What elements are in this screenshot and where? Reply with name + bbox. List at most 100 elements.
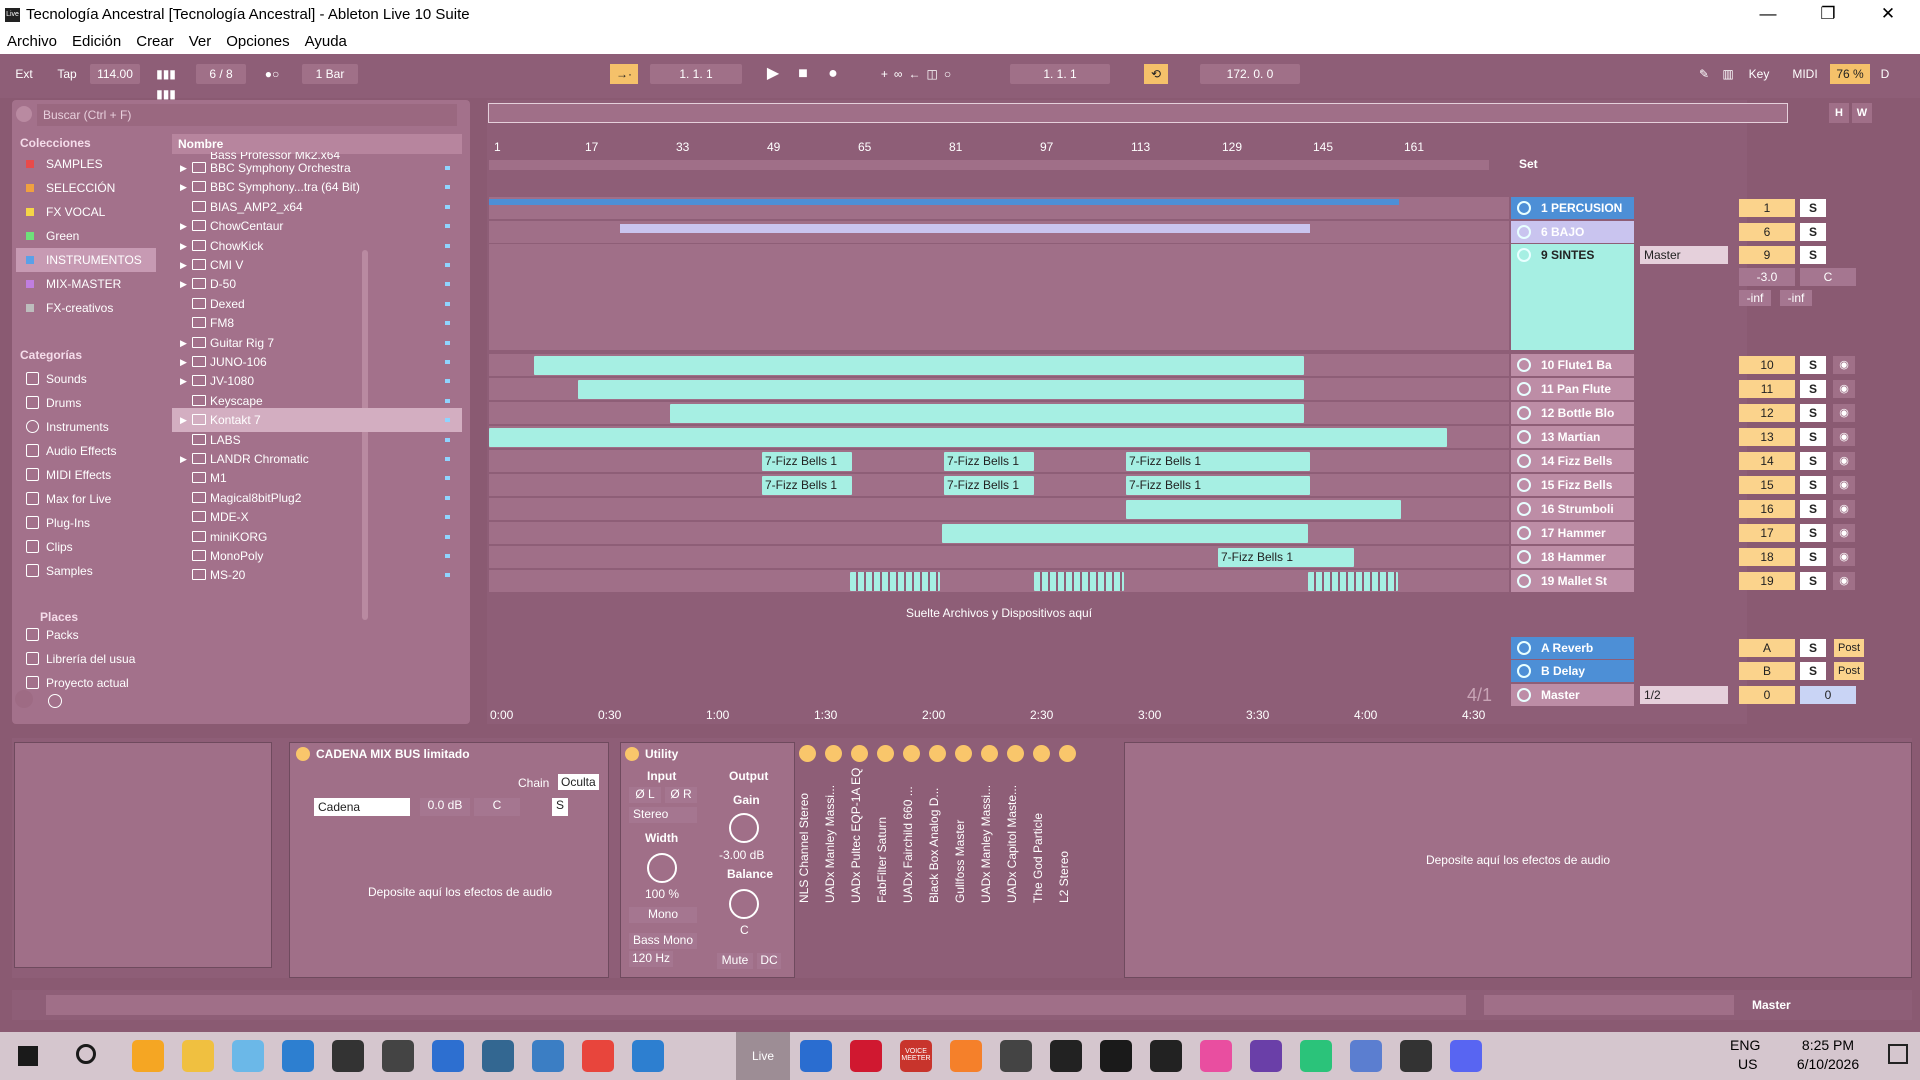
plugin-slot[interactable]: UADx Fairchild 660 ... [900, 745, 924, 975]
track-fold-icon[interactable] [1517, 201, 1531, 215]
solo-button[interactable]: S [1800, 223, 1826, 241]
tap-tempo-button[interactable]: Tap [52, 64, 82, 84]
track-number[interactable]: 17 [1739, 524, 1795, 542]
app2-icon[interactable] [1150, 1040, 1182, 1072]
postgres-icon[interactable] [482, 1040, 514, 1072]
balance-knob[interactable] [729, 889, 759, 919]
category-sounds[interactable]: Sounds [16, 367, 156, 391]
track-fold-icon[interactable] [1517, 248, 1531, 262]
visualstudio-icon[interactable] [1250, 1040, 1282, 1072]
loop-brace[interactable] [489, 160, 1489, 170]
preview-play-icon[interactable] [48, 694, 62, 708]
plugin-slot[interactable]: UADx Pultec EQP-1A EQ [848, 745, 872, 975]
effects-drop-zone[interactable]: Deposite aquí los efectos de audio [1125, 853, 1911, 867]
track-number[interactable]: 16 [1739, 500, 1795, 518]
return-letter[interactable]: B [1739, 662, 1795, 680]
track-fold-icon[interactable] [1517, 502, 1531, 516]
solo-button[interactable]: S [1800, 572, 1826, 590]
return-track-header[interactable]: Master [1511, 684, 1634, 706]
unity2-icon[interactable] [1050, 1040, 1082, 1072]
track-number[interactable]: 9 [1739, 246, 1795, 264]
solo-button[interactable]: S [1800, 452, 1826, 470]
collection-fx-vocal[interactable]: FX VOCAL [16, 200, 156, 224]
solo-button[interactable]: S [1800, 500, 1826, 518]
plugin-slot[interactable]: UADx Manley Massi... [822, 745, 846, 975]
arm-icon[interactable]: ◉ [1833, 428, 1855, 446]
zoom-h-button[interactable]: H [1829, 103, 1849, 123]
menu-ver[interactable]: Ver [182, 30, 220, 50]
arm-icon[interactable]: ◉ [1833, 500, 1855, 518]
fizz-bells-clip[interactable]: 7-Fizz Bells 1 [944, 452, 1034, 471]
place-user-library[interactable]: Librería del usua [16, 647, 156, 671]
arm-icon[interactable]: ◉ [1833, 356, 1855, 374]
return-letter[interactable]: A [1739, 639, 1795, 657]
plugin-power-icon[interactable] [1007, 745, 1024, 762]
track-header[interactable]: 14 Fizz Bells [1511, 450, 1634, 472]
search-icon[interactable] [76, 1044, 96, 1064]
tool2-icon[interactable] [532, 1040, 564, 1072]
track-number[interactable]: 14 [1739, 452, 1795, 470]
track-header[interactable]: 19 Mallet St [1511, 570, 1634, 592]
track-fold-icon[interactable] [1517, 526, 1531, 540]
plugin-power-icon[interactable] [877, 745, 894, 762]
dev-icon[interactable] [800, 1040, 832, 1072]
track-fold-icon[interactable] [1517, 574, 1531, 588]
clip-bajo[interactable] [620, 224, 1310, 233]
master-output-select[interactable]: 1/2 [1640, 686, 1728, 704]
menu-opciones[interactable]: Opciones [219, 30, 297, 50]
plugin-slot[interactable]: Black Box Analog D... [926, 745, 950, 975]
track-header[interactable]: 6 BAJO [1511, 221, 1634, 243]
arm-icon[interactable]: ◉ [1833, 548, 1855, 566]
arrangement-lane[interactable] [489, 244, 1509, 350]
plugin-power-icon[interactable] [929, 745, 946, 762]
track-header[interactable]: 17 Hammer [1511, 522, 1634, 544]
return-track-header[interactable]: A Reverb [1511, 637, 1634, 659]
plugin-power-icon[interactable] [981, 745, 998, 762]
category-midi-effects[interactable]: MIDI Effects [16, 463, 156, 487]
arrangement-clip[interactable] [942, 524, 1308, 543]
solo-button[interactable]: S [1800, 356, 1826, 374]
track-number[interactable]: 15 [1739, 476, 1795, 494]
track-header[interactable]: 10 Flute1 Ba [1511, 354, 1634, 376]
arrangement-clip[interactable] [578, 380, 1304, 399]
keyboard-icon[interactable]: ▥ [1716, 64, 1740, 84]
track-fold-icon[interactable] [1517, 358, 1531, 372]
collection-mix-master[interactable]: MIX-MASTER [16, 272, 156, 296]
loop-length-field[interactable]: 172. 0. 0 [1200, 64, 1300, 84]
arrangement-clip[interactable] [534, 356, 1304, 375]
solo-button[interactable]: S [1800, 548, 1826, 566]
collection-samples[interactable]: SAMPLES [16, 152, 156, 176]
rack-drop-zone[interactable]: Deposite aquí los efectos de audio [360, 883, 560, 901]
notification-icon[interactable] [1888, 1044, 1908, 1064]
track-header[interactable]: 16 Strumboli [1511, 498, 1634, 520]
notes-icon[interactable] [232, 1040, 264, 1072]
chain-hide-button[interactable]: Oculta [558, 774, 599, 790]
tool-icon[interactable] [432, 1040, 464, 1072]
phase-right-button[interactable]: Ø R [665, 787, 697, 803]
overview-bar[interactable] [488, 103, 1788, 123]
place-current-project[interactable]: Proyecto actual [16, 671, 156, 691]
category-plug-ins[interactable]: Plug-Ins [16, 511, 156, 535]
fizz-bells-clip[interactable]: 7-Fizz Bells 1 [1126, 476, 1310, 495]
post-button[interactable]: Post [1834, 662, 1864, 680]
unity-icon[interactable] [1000, 1040, 1032, 1072]
preview-icon[interactable] [15, 690, 33, 708]
arrangement-clip[interactable] [670, 404, 1304, 423]
track-pan[interactable]: C [1800, 268, 1856, 286]
close-button[interactable]: ✕ [1860, 0, 1916, 30]
ext-sync-button[interactable]: Ext [10, 64, 38, 84]
fizz-bells-clip[interactable]: 7-Fizz Bells 1 [1218, 548, 1354, 567]
dc-button[interactable]: DC [757, 953, 781, 969]
voicemeeter-icon[interactable]: VOICE MEETER [900, 1040, 932, 1072]
plugin-slot[interactable]: NLS Channel Stereo [796, 745, 820, 975]
collection-seleccion[interactable]: SELECCIÓN [16, 176, 156, 200]
category-drums[interactable]: Drums [16, 391, 156, 415]
place-packs[interactable]: Packs [16, 623, 156, 647]
jetbrains-icon[interactable] [382, 1040, 414, 1072]
solo-button[interactable]: S [1800, 380, 1826, 398]
solo-button[interactable]: S [1800, 639, 1826, 657]
arm-icon[interactable]: ◉ [1833, 524, 1855, 542]
discord-icon[interactable] [1450, 1040, 1482, 1072]
gain-knob[interactable] [729, 813, 759, 843]
arm-icon[interactable]: ◉ [1833, 380, 1855, 398]
